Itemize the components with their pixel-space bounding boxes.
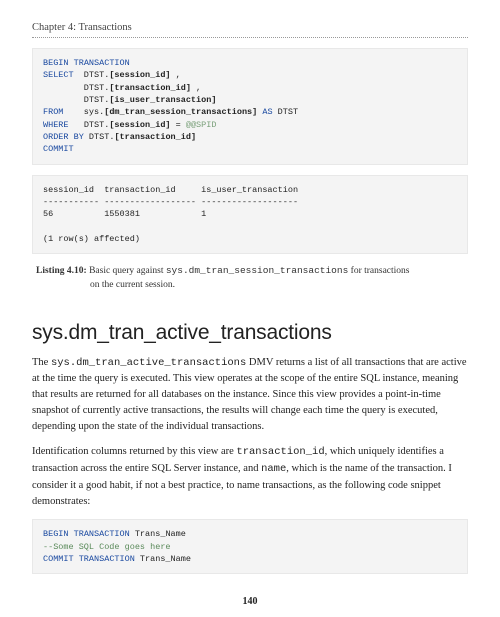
code-token: Trans_Name xyxy=(130,529,186,539)
code-token: DTST. xyxy=(69,120,110,130)
body-paragraph-2: Identification columns returned by this … xyxy=(32,444,468,509)
code-token: BY xyxy=(69,132,84,142)
code-token: , xyxy=(191,83,201,93)
code-token: @@SPID xyxy=(186,120,217,130)
code-token: COMMIT xyxy=(43,554,74,564)
chapter-header: Chapter 4: Transactions xyxy=(32,22,468,38)
code-token: [session_id] xyxy=(109,70,170,80)
listing-caption: Listing 4.10: Basic query against sys.dm… xyxy=(32,264,468,293)
listing-text: for transactions xyxy=(348,266,409,276)
code-token: BEGIN xyxy=(43,529,69,539)
text: Identification columns returned by this … xyxy=(32,446,236,457)
code-token: , xyxy=(171,70,181,80)
code-block-1: BEGIN TRANSACTION SELECT DTST.[session_i… xyxy=(32,48,468,165)
code-comment: --Some SQL Code goes here xyxy=(43,542,171,552)
code-token: DTST. xyxy=(43,95,109,105)
result-footer: (1 row(s) affected) xyxy=(43,234,140,244)
code-token: [session_id] xyxy=(109,120,170,130)
code-token: Trans_Name xyxy=(135,554,191,564)
code-token: AS xyxy=(257,107,272,117)
code-token: ORDER xyxy=(43,132,69,142)
code-token: TRANSACTION xyxy=(69,529,130,539)
code-token: SELECT xyxy=(43,70,74,80)
result-header: session_id transaction_id is_user_transa… xyxy=(43,185,298,195)
result-row: 56 1550381 1 xyxy=(43,209,206,219)
result-separator: ----------- ------------------ ---------… xyxy=(43,197,298,207)
code-token: [dm_tran_session_transactions] xyxy=(104,107,257,117)
code-token: sys. xyxy=(63,107,104,117)
code-token: BEGIN xyxy=(43,58,69,68)
code-token: = xyxy=(171,120,186,130)
listing-label: Listing 4.10: xyxy=(36,266,87,276)
listing-mono: sys.dm_tran_session_transactions xyxy=(166,265,348,276)
text: The xyxy=(32,357,51,368)
code-token: TRANSACTION xyxy=(74,554,135,564)
listing-text: Basic query against xyxy=(87,266,166,276)
code-block-2: BEGIN TRANSACTION Trans_Name --Some SQL … xyxy=(32,519,468,574)
code-token: COMMIT xyxy=(43,144,74,154)
code-token: DTST. xyxy=(84,132,115,142)
code-token: [transaction_id] xyxy=(109,83,191,93)
code-token: DTST xyxy=(273,107,299,117)
result-block-1: session_id transaction_id is_user_transa… xyxy=(32,175,468,255)
inline-code: transaction_id xyxy=(236,446,324,458)
page-number: 140 xyxy=(0,596,500,607)
section-title: sys.dm_tran_active_transactions xyxy=(32,321,468,345)
code-token: [transaction_id] xyxy=(114,132,196,142)
inline-code: sys.dm_tran_active_transactions xyxy=(51,357,246,369)
code-token: WHERE xyxy=(43,120,69,130)
listing-text-line2: on the current session. xyxy=(36,278,468,292)
inline-code: name xyxy=(261,463,286,475)
code-token: FROM xyxy=(43,107,63,117)
body-paragraph-1: The sys.dm_tran_active_transactions DMV … xyxy=(32,355,468,435)
code-token: TRANSACTION xyxy=(69,58,130,68)
code-token: DTST. xyxy=(74,70,110,80)
code-token: DTST. xyxy=(43,83,109,93)
code-token: [is_user_transaction] xyxy=(109,95,216,105)
